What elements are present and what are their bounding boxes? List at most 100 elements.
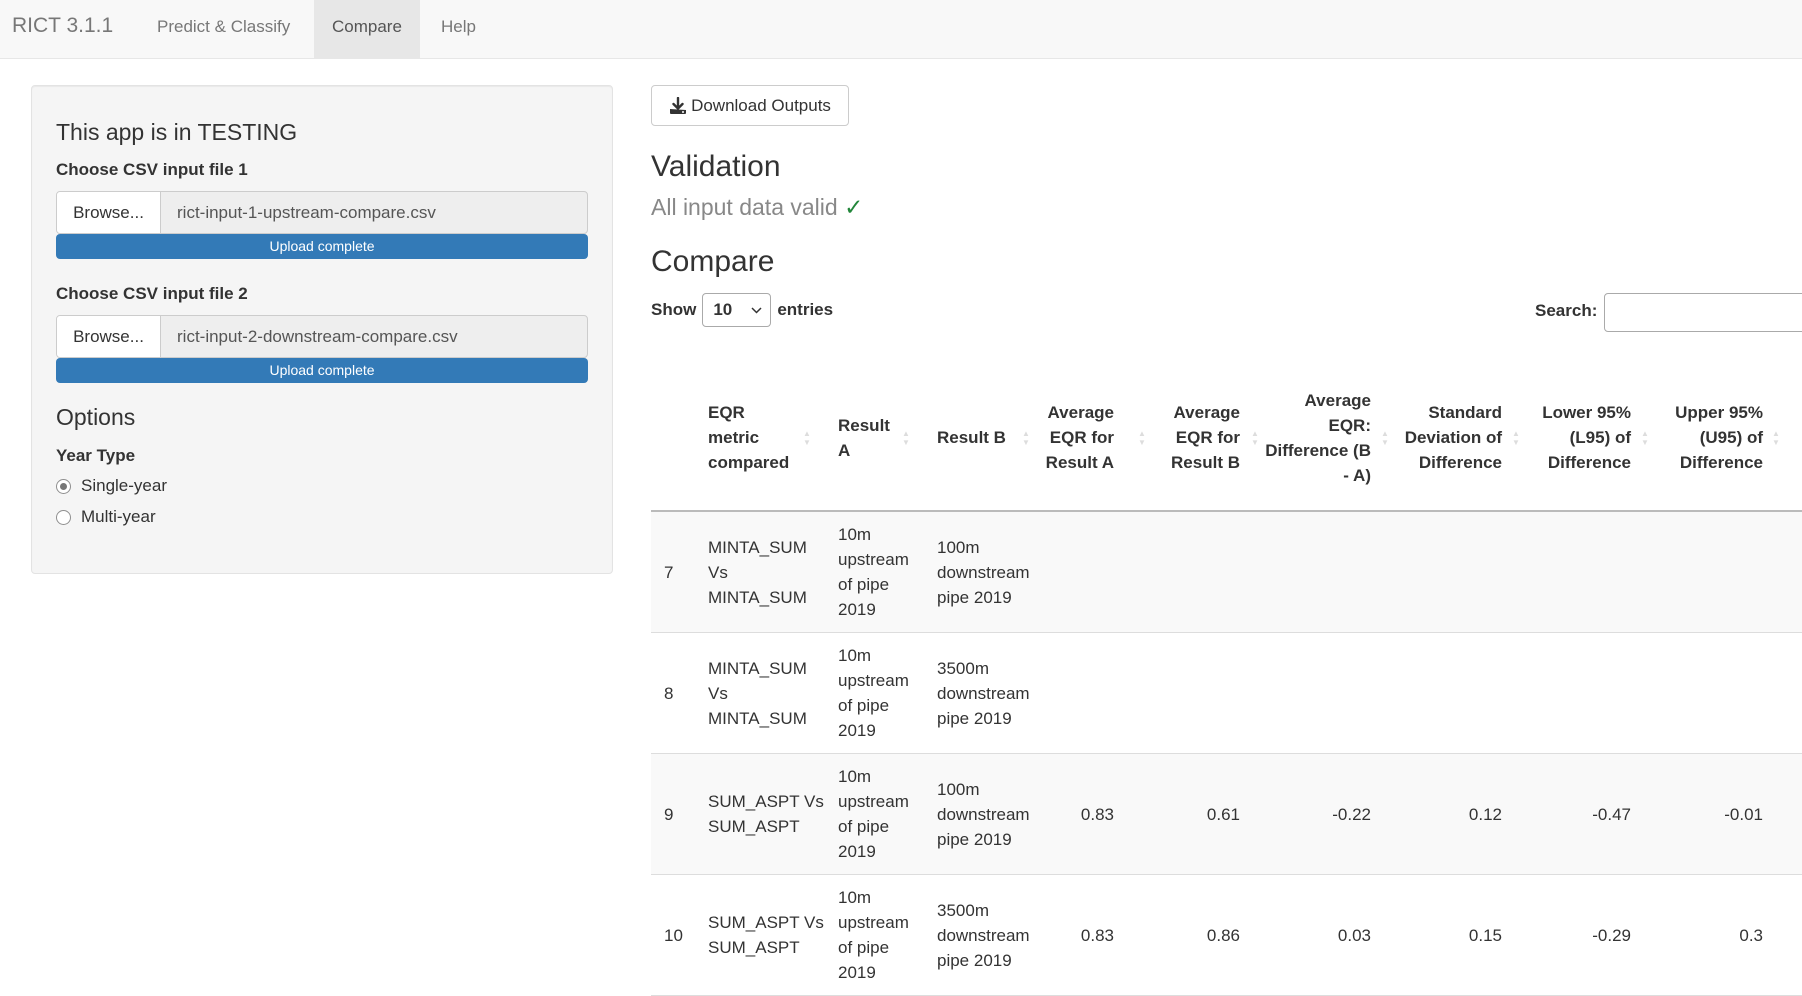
cell-difference [1261,512,1371,632]
file1-label: Choose CSV input file 1 [56,160,248,179]
column-header-result-b[interactable]: Result B [937,365,1027,510]
sort-icon[interactable]: ▲ ▼ [1772,429,1780,447]
cell-sd: 0.12 [1468,804,1502,824]
cell-result-a: 10m upstream of pipe 2019 [838,646,909,740]
table-row[interactable]: 8 MINTA_SUM Vs MINTA_SUM 10m upstream of p… [651,633,1802,754]
radio-unchecked-icon[interactable] [56,509,71,525]
cell-avg-b: 0.86 [1206,925,1240,945]
cell-sd [1391,633,1502,753]
column-header-l95[interactable]: Lower 95% (L95) of Difference [1531,365,1631,510]
cell-l95 [1531,633,1631,753]
download-icon [670,96,687,114]
column-header-avg-a[interactable]: Average EQR for Result A [1034,365,1114,510]
cell-result-b: 100m downstream pipe 2019 [937,779,1030,849]
sort-icon[interactable]: ▲ ▼ [902,429,910,447]
table-row[interactable]: 9 SUM_ASPT Vs SUM_ASPT 10m upstream of pip… [651,754,1802,875]
radio-multi-year-label: Multi-year [81,507,156,526]
cell-metric: SUM_ASPT Vs SUM_ASPT [708,913,824,957]
cell-l95: -0.47 [1592,804,1631,824]
sidebar-title: This app is in TESTING [56,119,298,145]
sort-icon[interactable]: ▲ ▼ [803,429,811,447]
year-type-label: Year Type [56,446,136,465]
navbar: RICT 3.1.1 Predict & Classify Compare He… [0,0,1802,59]
file2-label: Choose CSV input file 2 [56,284,248,303]
cell-avg-a: 0.83 [1080,925,1114,945]
options-title: Options [56,404,136,430]
download-outputs-button[interactable]: Download Outputs [651,85,849,126]
cell-metric: MINTA_SUM Vs MINTA_SUM [708,658,807,728]
radio-single-year-label: Single-year [81,476,167,495]
column-header-avg-b[interactable]: Average EQR for Result B [1156,365,1240,510]
column-header-u95[interactable]: Upper 95% (U95) of Difference [1661,365,1763,510]
compare-heading: Compare [651,245,775,278]
tab-predict-classify[interactable]: Predict & Classify [139,0,308,58]
radio-checked-icon[interactable] [56,478,71,494]
tab-compare[interactable]: Compare [314,0,420,58]
cell-u95 [1661,512,1763,632]
page-length-value: 10 [713,300,733,319]
cell-index: 8 [664,683,674,703]
cell-avg-a [1034,512,1114,632]
file2-browse-button[interactable]: Browse... [57,316,161,357]
page-length-control: Show 10 entries [651,293,833,327]
validation-status: All input data valid ✓ [651,194,863,221]
sort-icon[interactable]: ▲ ▼ [1138,429,1146,447]
cell-l95: -0.29 [1592,925,1631,945]
tab-help[interactable]: Help [423,0,494,58]
file1-browse-button[interactable]: Browse... [57,192,161,233]
file1-filename: rict-input-1-upstream-compare.csv [177,203,436,222]
cell-u95: -0.01 [1724,804,1763,824]
column-header-metric[interactable]: EQR metric compared [708,365,798,510]
cell-metric: MINTA_SUM Vs MINTA_SUM [708,537,807,607]
table-row[interactable]: 10 SUM_ASPT Vs SUM_ASPT 10m upstream of pi… [651,875,1802,996]
file2-progress: Upload complete [56,358,588,383]
cell-l95 [1531,512,1631,632]
entries-label: entries [777,300,834,319]
cell-avg-b: 0.61 [1206,804,1240,824]
cell-result-a: 10m upstream of pipe 2019 [838,525,909,619]
cell-metric: SUM_ASPT Vs SUM_ASPT [708,792,824,836]
column-header-index[interactable] [651,365,691,510]
cell-avg-a [1034,633,1114,753]
radio-single-year[interactable]: Single-year [56,476,167,496]
search-input[interactable] [1604,293,1802,332]
search-label: Search: [1535,301,1598,320]
table-row[interactable]: 7 MINTA_SUM Vs MINTA_SUM 10m upstream of p… [651,512,1802,633]
column-header-sd[interactable]: Standard Deviation of Difference [1391,365,1502,510]
file1-input[interactable]: Browse... rict-input-1-upstream-compare.… [56,191,588,234]
file2-input[interactable]: Browse... rict-input-2-downstream-compar… [56,315,588,358]
cell-difference: -0.22 [1332,804,1371,824]
sort-icon[interactable]: ▲ ▼ [1512,429,1520,447]
sort-icon[interactable]: ▲ ▼ [1022,429,1030,447]
cell-index: 9 [664,804,674,824]
cell-sd [1391,512,1502,632]
cell-avg-b [1156,633,1240,753]
cell-avg-b [1156,512,1240,632]
sort-icon[interactable]: ▲ ▼ [1381,429,1389,447]
validation-heading: Validation [651,150,781,183]
cell-result-a: 10m upstream of pipe 2019 [838,888,909,982]
cell-result-b: 3500m downstream pipe 2019 [937,900,1030,970]
cell-index: 7 [664,562,674,582]
cell-u95 [1661,633,1763,753]
file1-progress: Upload complete [56,234,588,259]
column-header-result-a[interactable]: Result A [838,365,898,510]
cell-result-b: 3500m downstream pipe 2019 [937,658,1030,728]
cell-avg-a: 0.83 [1080,804,1114,824]
cell-result-b: 100m downstream pipe 2019 [937,537,1030,607]
file2-progress-bar: Upload complete [56,358,588,383]
radio-multi-year[interactable]: Multi-year [56,507,156,527]
page-length-select[interactable]: 10 [702,293,772,327]
cell-result-a: 10m upstream of pipe 2019 [838,767,909,861]
column-header-difference[interactable]: Average EQR: Difference (B - A) [1261,365,1371,510]
file2-filename: rict-input-2-downstream-compare.csv [177,327,458,346]
table-header: EQR metric compared ▲ ▼ Result A ▲ ▼ Resul… [651,365,1802,512]
cell-sd: 0.15 [1468,925,1502,945]
file1-progress-bar: Upload complete [56,234,588,259]
download-outputs-label: Download Outputs [691,95,831,115]
cell-index: 10 [664,925,683,945]
validation-text: All input data valid [651,194,838,220]
app-brand[interactable]: RICT 3.1.1 [12,14,113,38]
sort-icon[interactable]: ▲ ▼ [1251,429,1259,447]
sort-icon[interactable]: ▲ ▼ [1641,429,1649,447]
